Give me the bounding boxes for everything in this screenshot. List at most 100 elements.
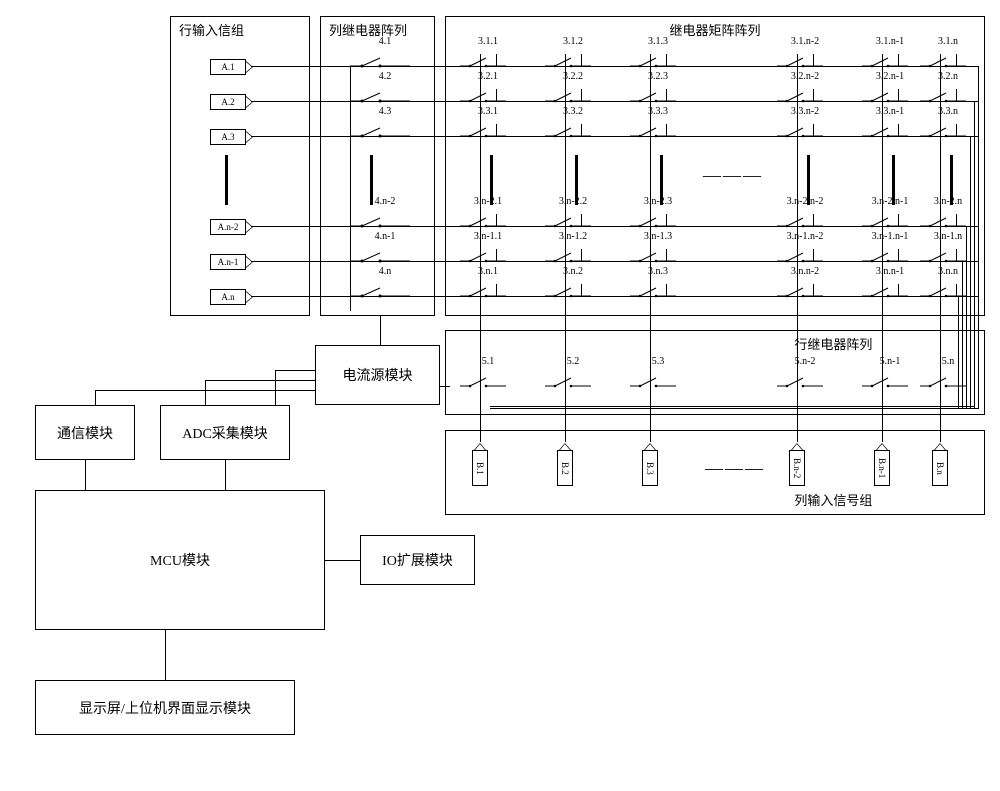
adc-label: ADC采集模块 <box>182 423 268 443</box>
col-tag: B.n-2 <box>789 450 805 486</box>
col-tag: B.n <box>932 450 948 486</box>
col-relay: 4.2 <box>350 71 420 103</box>
row-tag: A.n-2 <box>210 219 246 235</box>
adc-module: ADC采集模块 <box>160 405 290 460</box>
wire <box>496 284 497 296</box>
row-tag: A.n-1 <box>210 254 246 270</box>
wire <box>581 214 582 226</box>
wire <box>898 284 899 296</box>
row-relay: 5.n-1 <box>862 356 918 388</box>
matrix-relay: 3.n-1.2 <box>545 231 601 263</box>
comm-label: 通信模块 <box>57 423 113 443</box>
matrix-relay: 3.n-2.1 <box>460 196 516 228</box>
matrix-relay: 3.n-1.3 <box>630 231 686 263</box>
col-tag: B.3 <box>642 450 658 486</box>
wire <box>225 460 226 490</box>
wire <box>666 249 667 261</box>
wire <box>440 386 450 387</box>
matrix-relay: 3.n.2 <box>545 266 601 298</box>
wire <box>956 214 957 226</box>
matrix-row-gap <box>807 155 810 205</box>
matrix-relay: 3.n-1.n <box>920 231 976 263</box>
row-tag: A.2 <box>210 94 246 110</box>
wire <box>666 89 667 101</box>
matrix-relay: 3.1.3 <box>630 36 686 68</box>
matrix-relay: 3.n-2.n-1 <box>862 196 918 228</box>
matrix-relay: 3.1.1 <box>460 36 516 68</box>
matrix-row-gap <box>892 155 895 205</box>
wire <box>958 296 959 408</box>
display-module: 显示屏/上位机界面显示模块 <box>35 680 295 735</box>
wire <box>666 214 667 226</box>
matrix-relay: 3.2.n-1 <box>862 71 918 103</box>
matrix-relay: 3.1.n-2 <box>777 36 833 68</box>
wire <box>898 249 899 261</box>
wire <box>581 249 582 261</box>
matrix-relay: 3.n-1.n-1 <box>862 231 918 263</box>
matrix-relay: 3.1.2 <box>545 36 601 68</box>
wire <box>581 284 582 296</box>
matrix-relay: 3.2.3 <box>630 71 686 103</box>
matrix-row-gap <box>660 155 663 205</box>
matrix-row-gap <box>370 155 373 205</box>
row-ellipsis <box>225 155 228 205</box>
wire <box>956 89 957 101</box>
wire <box>325 560 360 561</box>
wire <box>275 370 276 405</box>
matrix-relay: 3.1.n-1 <box>862 36 918 68</box>
row-relay-title: 行继电器阵列 <box>794 334 872 353</box>
wire <box>666 54 667 66</box>
col-ellipsis: ——— <box>705 458 765 479</box>
matrix-relay: 3.3.2 <box>545 106 601 138</box>
row-relay: 5.n-2 <box>777 356 833 388</box>
wire <box>978 66 979 408</box>
wire <box>205 380 315 381</box>
matrix-relay: 3.n-2.n <box>920 196 976 228</box>
matrix-relay: 3.n.n-1 <box>862 266 918 298</box>
matrix-relay: 3.3.n-2 <box>777 106 833 138</box>
wire <box>898 124 899 136</box>
wire <box>275 370 315 371</box>
wire <box>496 54 497 66</box>
matrix-col-gap: ——— <box>703 165 763 186</box>
matrix-relay: 3.3.3 <box>630 106 686 138</box>
wire <box>813 89 814 101</box>
wire <box>813 54 814 66</box>
col-relay: 4.1 <box>350 36 420 68</box>
wire <box>956 249 957 261</box>
wire <box>666 124 667 136</box>
matrix-relay: 3.n.n-2 <box>777 266 833 298</box>
row-relay: 5.2 <box>545 356 601 388</box>
wire <box>956 284 957 296</box>
wire <box>666 284 667 296</box>
comm-module: 通信模块 <box>35 405 135 460</box>
matrix-relay: 3.n.3 <box>630 266 686 298</box>
matrix-relay: 3.2.n <box>920 71 976 103</box>
matrix-relay: 3.n-1.1 <box>460 231 516 263</box>
col-input-title: 列输入信号组 <box>794 490 872 509</box>
row-relay: 5.1 <box>460 356 516 388</box>
io-expand-module: IO扩展模块 <box>360 535 475 585</box>
wire <box>813 214 814 226</box>
matrix-row-gap <box>575 155 578 205</box>
col-relay: 4.n <box>350 266 420 298</box>
matrix-relay: 3.2.1 <box>460 71 516 103</box>
wire <box>956 124 957 136</box>
wire <box>85 460 86 490</box>
matrix-relay: 3.n.1 <box>460 266 516 298</box>
wire <box>581 89 582 101</box>
matrix-relay: 3.n-1.n-2 <box>777 231 833 263</box>
col-relay: 4.n-1 <box>350 231 420 263</box>
display-label: 显示屏/上位机界面显示模块 <box>79 698 251 718</box>
row-relay: 5.3 <box>630 356 686 388</box>
wire <box>496 214 497 226</box>
wire <box>496 249 497 261</box>
wire <box>490 408 979 409</box>
row-input-title: 行输入信组 <box>179 20 244 39</box>
matrix-relay: 3.2.2 <box>545 71 601 103</box>
matrix-relay: 3.3.1 <box>460 106 516 138</box>
col-relay: 4.n-2 <box>350 196 420 228</box>
matrix-relay: 3.n-2.3 <box>630 196 686 228</box>
mcu-label: MCU模块 <box>150 550 210 570</box>
row-tag: A.n <box>210 289 246 305</box>
